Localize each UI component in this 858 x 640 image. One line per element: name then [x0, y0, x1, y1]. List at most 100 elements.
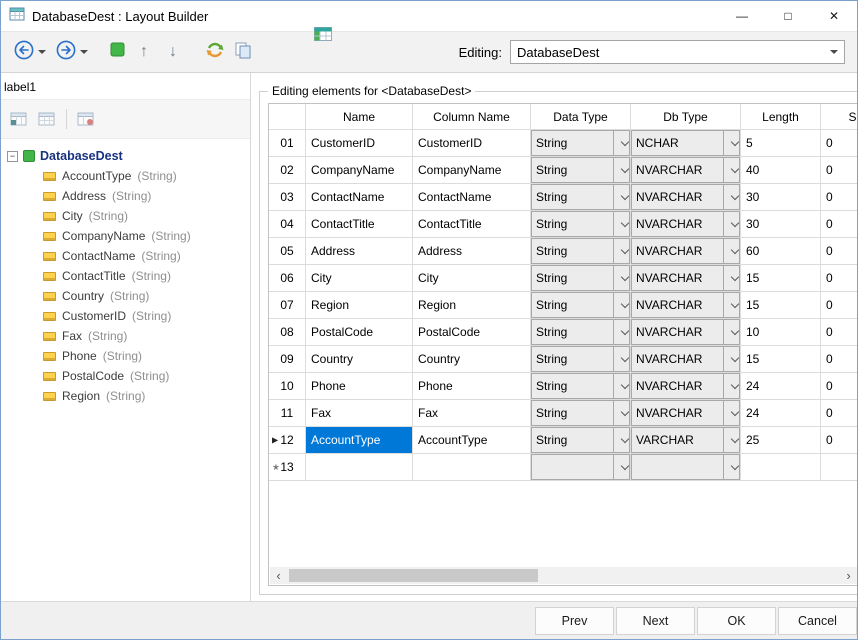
column-name-cell[interactable]: Fax	[413, 400, 531, 427]
name-cell[interactable]: Fax	[306, 400, 413, 427]
column-name-cell[interactable]: Address	[413, 238, 531, 265]
name-cell[interactable]: CompanyName	[306, 157, 413, 184]
data-type-combobox[interactable]: String	[531, 400, 631, 427]
dropdown-button[interactable]	[723, 157, 740, 183]
add-element-button[interactable]	[10, 111, 28, 127]
dropdown-button[interactable]	[723, 130, 740, 156]
scale-cell[interactable]: 0	[821, 265, 857, 292]
length-cell[interactable]: 30	[741, 184, 821, 211]
db-type-combobox[interactable]: NVARCHAR	[631, 346, 741, 373]
scale-cell[interactable]: 0	[821, 157, 857, 184]
dropdown-button[interactable]	[613, 427, 630, 453]
prev-button[interactable]: Prev	[535, 607, 614, 635]
horizontal-scrollbar[interactable]: ‹ ›	[270, 567, 857, 584]
name-cell[interactable]: Country	[306, 346, 413, 373]
dropdown-button[interactable]	[613, 130, 630, 156]
tree-item-postalcode[interactable]: PostalCode(String)	[7, 366, 246, 386]
column-name-cell[interactable]: City	[413, 265, 531, 292]
forward-button[interactable]	[53, 37, 90, 68]
scrollbar-thumb[interactable]	[289, 569, 538, 582]
scale-cell[interactable]: 0	[821, 211, 857, 238]
column-header-db-type[interactable]: Db Type	[631, 104, 741, 130]
row-header-cell[interactable]: 03	[269, 184, 306, 211]
scale-cell[interactable]: 0	[821, 400, 857, 427]
data-type-combobox[interactable]: String	[531, 427, 631, 454]
name-cell[interactable]: ContactName	[306, 184, 413, 211]
data-type-combobox[interactable]: String	[531, 265, 631, 292]
length-cell[interactable]: 30	[741, 211, 821, 238]
length-cell[interactable]: 15	[741, 292, 821, 319]
data-type-combobox[interactable]: String	[531, 184, 631, 211]
column-header-data-type[interactable]: Data Type	[531, 104, 631, 130]
add-container-button[interactable]	[38, 111, 56, 127]
dropdown-button[interactable]	[613, 346, 630, 372]
dropdown-button[interactable]	[613, 238, 630, 264]
dropdown-button[interactable]	[613, 211, 630, 237]
tree-item-region[interactable]: Region(String)	[7, 386, 246, 406]
tree-item-contactname[interactable]: ContactName(String)	[7, 246, 246, 266]
maximize-button[interactable]: □	[765, 1, 811, 31]
scale-cell[interactable]: 0	[821, 130, 857, 157]
db-type-combobox[interactable]: NVARCHAR	[631, 265, 741, 292]
tree-item-customerid[interactable]: CustomerID(String)	[7, 306, 246, 326]
scale-cell[interactable]: 0	[821, 292, 857, 319]
row-header-cell[interactable]: 02	[269, 157, 306, 184]
remove-element-button[interactable]	[77, 111, 95, 127]
row-header-cell[interactable]: 09	[269, 346, 306, 373]
dropdown-button[interactable]	[613, 400, 630, 426]
tree-item-phone[interactable]: Phone(String)	[7, 346, 246, 366]
minimize-button[interactable]: —	[719, 1, 765, 31]
db-type-combobox[interactable]: NVARCHAR	[631, 292, 741, 319]
scroll-left-icon[interactable]: ‹	[270, 567, 287, 584]
scale-cell[interactable]	[821, 454, 857, 481]
move-up-button[interactable]: ↑	[132, 41, 156, 63]
db-type-combobox[interactable]: NCHAR	[631, 130, 741, 157]
column-name-cell[interactable]: PostalCode	[413, 319, 531, 346]
data-type-combobox[interactable]: String	[531, 238, 631, 265]
dropdown-button[interactable]	[613, 373, 630, 399]
column-name-cell[interactable]: Country	[413, 346, 531, 373]
scale-cell[interactable]: 0	[821, 373, 857, 400]
dropdown-button[interactable]	[723, 184, 740, 210]
corner-header-cell[interactable]	[269, 104, 306, 130]
scale-cell[interactable]: 0	[821, 427, 857, 454]
dropdown-button[interactable]	[723, 400, 740, 426]
column-name-cell[interactable]: CustomerID	[413, 130, 531, 157]
scale-cell[interactable]: 0	[821, 319, 857, 346]
scale-cell[interactable]: 0	[821, 346, 857, 373]
editing-combobox[interactable]: DatabaseDest	[510, 40, 845, 64]
data-type-combobox[interactable]: String	[531, 211, 631, 238]
scale-cell[interactable]: 0	[821, 238, 857, 265]
db-type-combobox[interactable]: NVARCHAR	[631, 157, 741, 184]
tree-root-databasedest[interactable]: − DatabaseDest	[7, 149, 246, 163]
copy-layout-button[interactable]	[232, 39, 254, 66]
tree-item-address[interactable]: Address(String)	[7, 186, 246, 206]
name-cell[interactable]: Address	[306, 238, 413, 265]
column-name-cell[interactable]: ContactTitle	[413, 211, 531, 238]
row-header-cell[interactable]: 05	[269, 238, 306, 265]
tree-item-contacttitle[interactable]: ContactTitle(String)	[7, 266, 246, 286]
name-cell[interactable]: CustomerID	[306, 130, 413, 157]
name-cell[interactable]	[306, 454, 413, 481]
dropdown-button[interactable]	[613, 319, 630, 345]
cancel-button[interactable]: Cancel	[778, 607, 857, 635]
tree-item-fax[interactable]: Fax(String)	[7, 326, 246, 346]
dropdown-button[interactable]	[613, 157, 630, 183]
collapse-icon[interactable]: −	[7, 151, 18, 162]
dropdown-button[interactable]	[723, 454, 740, 480]
column-name-cell[interactable]: Phone	[413, 373, 531, 400]
row-header-cell[interactable]: 11	[269, 400, 306, 427]
row-header-cell[interactable]: ▶12	[269, 427, 306, 454]
close-button[interactable]: ✕	[811, 1, 857, 31]
column-name-cell[interactable]: AccountType	[413, 427, 531, 454]
row-header-cell[interactable]: 04	[269, 211, 306, 238]
scale-cell[interactable]: 0	[821, 184, 857, 211]
name-cell[interactable]: ContactTitle	[306, 211, 413, 238]
dropdown-button[interactable]	[723, 346, 740, 372]
db-type-combobox[interactable]: VARCHAR	[631, 427, 741, 454]
ok-button[interactable]: OK	[697, 607, 776, 635]
db-type-combobox[interactable]: NVARCHAR	[631, 184, 741, 211]
name-cell[interactable]: PostalCode	[306, 319, 413, 346]
tree-item-accounttype[interactable]: AccountType(String)	[7, 166, 246, 186]
length-cell[interactable]: 24	[741, 400, 821, 427]
